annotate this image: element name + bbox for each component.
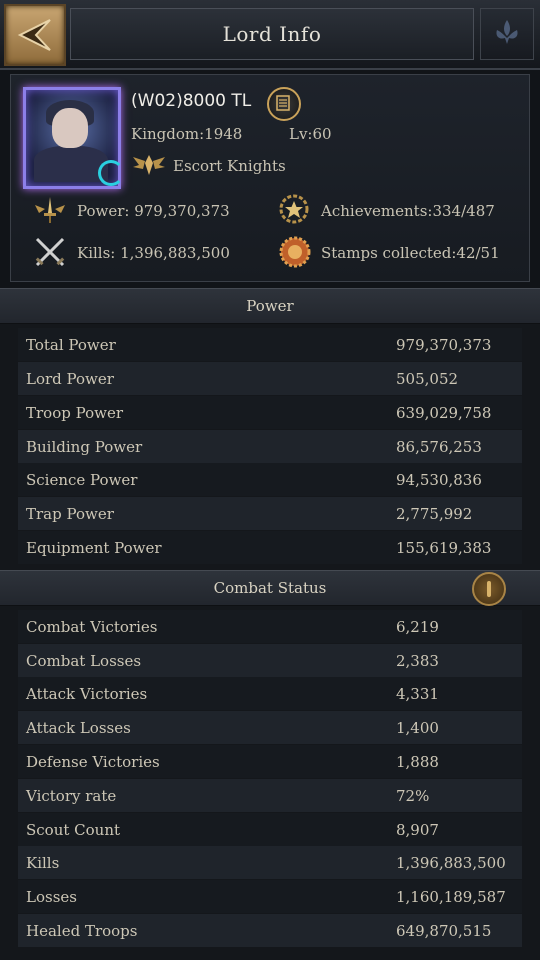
row-label: Troop Power bbox=[26, 403, 124, 422]
row-label: Kills bbox=[26, 853, 60, 872]
row-value: 8,907 bbox=[396, 820, 439, 839]
power-row-science: Science Power 94,530,836 bbox=[18, 463, 522, 496]
row-value: 505,052 bbox=[396, 369, 459, 388]
power-row-equipment: Equipment Power 155,619,383 bbox=[18, 531, 522, 564]
crossed-swords-icon bbox=[35, 237, 65, 267]
notes-button[interactable] bbox=[267, 87, 301, 121]
row-label: Lord Power bbox=[26, 369, 114, 388]
profile-panel: (W02)8000 TL Kingdom:1948 Lv:60 Escort K… bbox=[10, 74, 530, 282]
power-row-total: Total Power 979,370,373 bbox=[18, 328, 522, 361]
document-icon bbox=[276, 95, 290, 111]
row-value: 639,029,758 bbox=[396, 403, 492, 422]
row-value: 1,396,883,500 bbox=[396, 853, 506, 872]
power-sword-icon bbox=[35, 197, 65, 223]
title-bar: Lord Info bbox=[70, 8, 474, 60]
combat-row-victory-rate: Victory rate 72% bbox=[18, 779, 522, 812]
refresh-icon bbox=[98, 160, 124, 186]
row-label: Combat Losses bbox=[26, 651, 142, 670]
row-label: Scout Count bbox=[26, 820, 121, 839]
kingdom-label: Kingdom:1948 bbox=[131, 125, 243, 143]
row-label: Total Power bbox=[26, 335, 116, 354]
combat-section-title: Combat Status bbox=[213, 579, 327, 597]
row-value: 1,160,189,587 bbox=[396, 887, 506, 906]
info-icon bbox=[487, 581, 491, 597]
combat-row-attack-losses: Attack Losses 1,400 bbox=[18, 711, 522, 744]
combat-row-healed-troops: Healed Troops 649,870,515 bbox=[18, 914, 522, 947]
row-value: 649,870,515 bbox=[396, 921, 492, 940]
rank-wings-icon bbox=[133, 155, 165, 175]
row-label: Equipment Power bbox=[26, 538, 162, 557]
row-label: Building Power bbox=[26, 437, 143, 456]
combat-row-attack-victories: Attack Victories 4,331 bbox=[18, 677, 522, 710]
power-row-troop: Troop Power 639,029,758 bbox=[18, 396, 522, 429]
row-label: Defense Victories bbox=[26, 752, 160, 771]
row-value: 86,576,253 bbox=[396, 437, 482, 456]
rank-label: Escort Knights bbox=[173, 157, 286, 175]
page-title: Lord Info bbox=[222, 22, 322, 46]
kills-stat: Kills: 1,396,883,500 bbox=[77, 244, 230, 262]
combat-row-combat-victories: Combat Victories 6,219 bbox=[18, 610, 522, 643]
row-label: Science Power bbox=[26, 470, 138, 489]
row-value: 979,370,373 bbox=[396, 335, 492, 354]
avatar[interactable] bbox=[23, 87, 124, 189]
row-label: Attack Victories bbox=[26, 684, 148, 703]
row-value: 2,383 bbox=[396, 651, 439, 670]
row-value: 94,530,836 bbox=[396, 470, 482, 489]
achievement-laurel-icon bbox=[279, 194, 309, 224]
combat-row-combat-losses: Combat Losses 2,383 bbox=[18, 644, 522, 677]
fleur-de-lis-icon bbox=[496, 20, 518, 44]
combat-row-losses: Losses 1,160,189,587 bbox=[18, 880, 522, 913]
power-stat: Power: 979,370,373 bbox=[77, 202, 230, 220]
header-bar: Lord Info bbox=[0, 0, 540, 70]
row-value: 155,619,383 bbox=[396, 538, 492, 557]
row-label: Combat Victories bbox=[26, 617, 158, 636]
power-row-building: Building Power 86,576,253 bbox=[18, 430, 522, 463]
row-label: Victory rate bbox=[26, 786, 117, 805]
player-name: (W02)8000 TL bbox=[131, 91, 252, 111]
row-label: Attack Losses bbox=[26, 718, 131, 737]
combat-section-header: Combat Status bbox=[0, 570, 540, 606]
row-label: Healed Troops bbox=[26, 921, 138, 940]
power-row-trap: Trap Power 2,775,992 bbox=[18, 497, 522, 530]
row-label: Losses bbox=[26, 887, 77, 906]
row-value: 1,400 bbox=[396, 718, 439, 737]
level-label: Lv:60 bbox=[289, 125, 332, 143]
combat-info-button[interactable] bbox=[472, 572, 506, 606]
row-value: 6,219 bbox=[396, 617, 439, 636]
back-arrow-icon bbox=[17, 19, 51, 51]
power-section-title: Power bbox=[246, 297, 294, 315]
combat-row-scout-count: Scout Count 8,907 bbox=[18, 813, 522, 846]
power-section-header: Power bbox=[0, 288, 540, 324]
power-row-lord: Lord Power 505,052 bbox=[18, 362, 522, 395]
combat-row-kills: Kills 1,396,883,500 bbox=[18, 846, 522, 879]
row-label: Trap Power bbox=[26, 504, 114, 523]
back-button[interactable] bbox=[4, 4, 66, 66]
emblem-button[interactable] bbox=[480, 8, 534, 60]
achievements-stat[interactable]: Achievements:334/487 bbox=[321, 202, 495, 220]
row-value: 4,331 bbox=[396, 684, 439, 703]
row-value: 72% bbox=[396, 786, 430, 805]
row-value: 2,775,992 bbox=[396, 504, 473, 523]
combat-row-defense-victories: Defense Victories 1,888 bbox=[18, 745, 522, 778]
stamps-stat[interactable]: Stamps collected:42/51 bbox=[321, 244, 500, 262]
row-value: 1,888 bbox=[396, 752, 439, 771]
stamp-medal-icon bbox=[279, 236, 311, 268]
